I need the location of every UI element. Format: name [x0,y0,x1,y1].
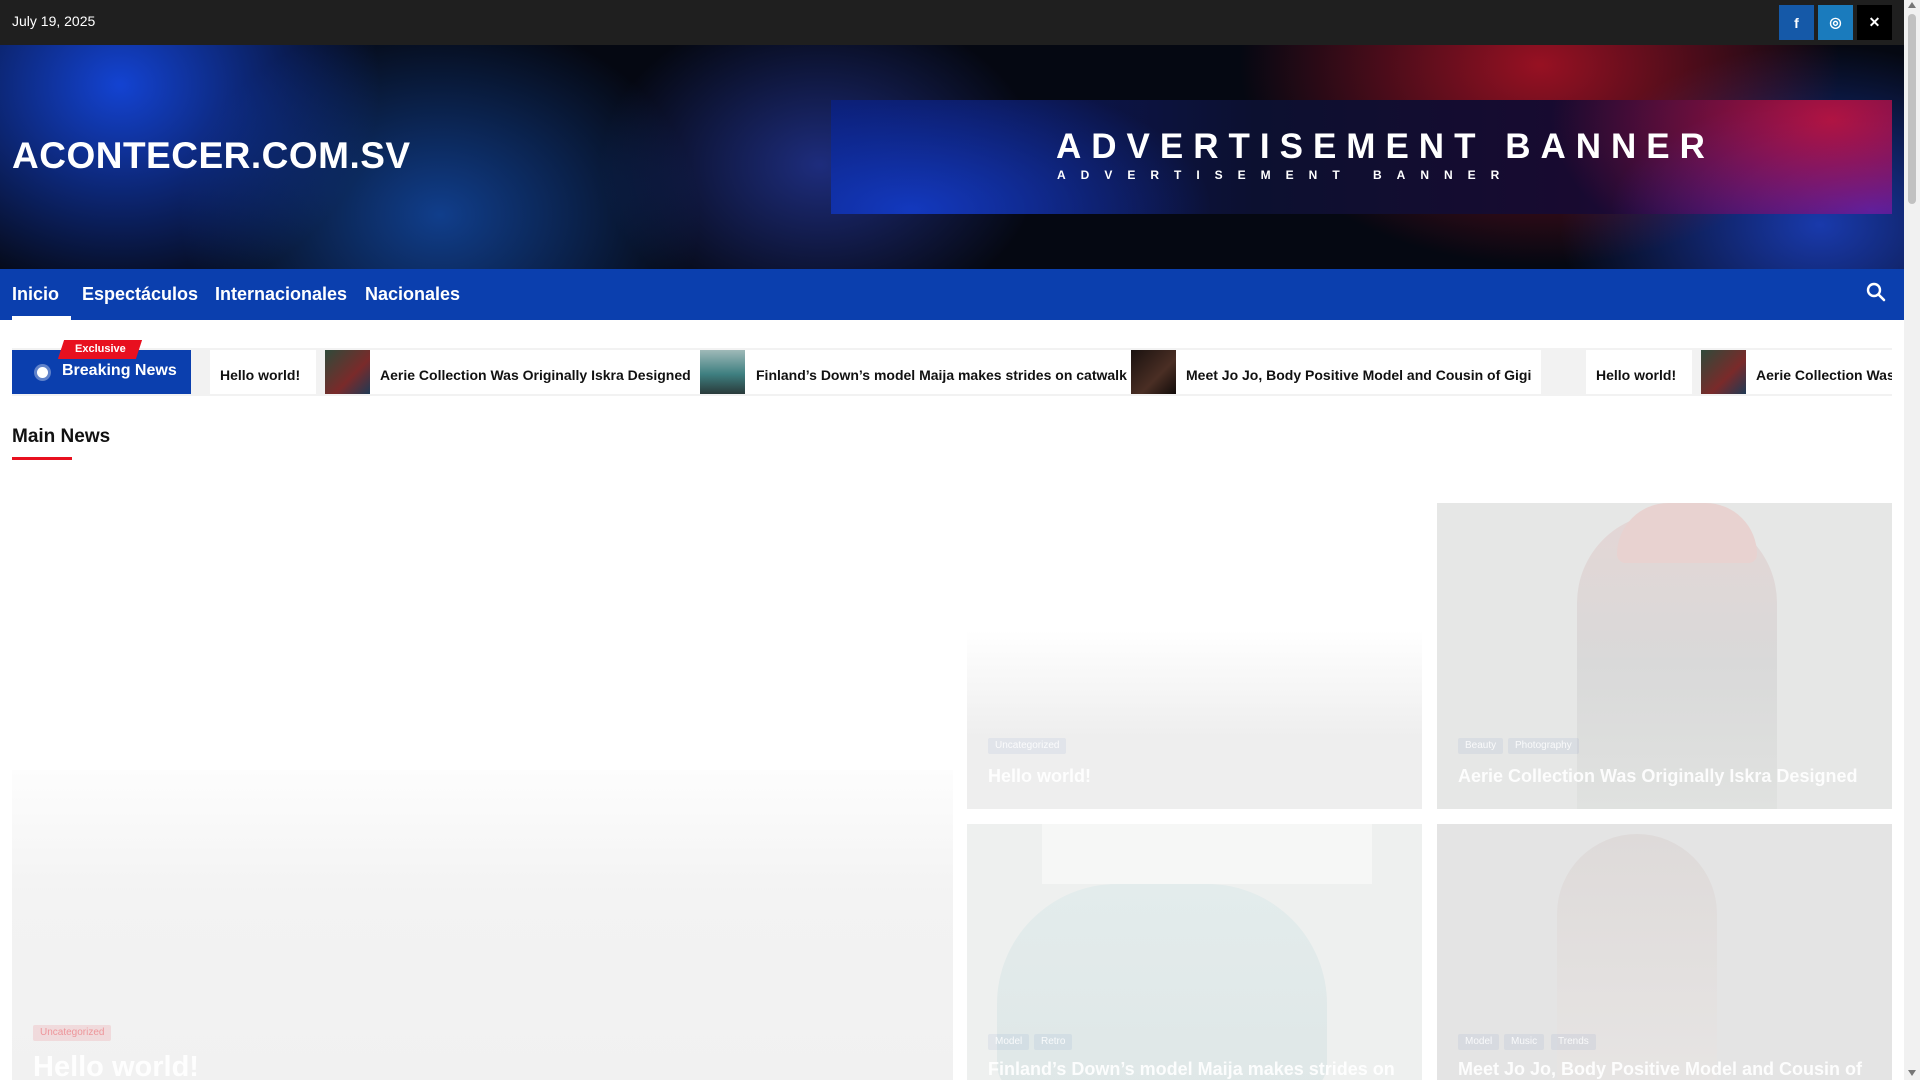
scrollbar-thumb[interactable] [1908,14,1916,204]
x-icon[interactable]: ✕ [1857,5,1892,40]
site-title[interactable]: ACONTECER.COM.SV [12,135,411,177]
news-card[interactable]: Model Music Trends Meet Jo Jo, Body Posi… [1437,824,1892,1080]
nav-item-espectaculos[interactable]: Espectáculos [82,284,198,305]
featured-news-title[interactable]: Hello world! [33,1051,199,1080]
main-navigation: Inicio Espectáculos Internacionales Naci… [0,269,1904,320]
category-tag[interactable]: Uncategorized [33,1025,112,1041]
nav-item-internacionales[interactable]: Internacionales [215,284,347,305]
ticker-item-title: Aerie Collection Was O [1756,367,1892,383]
news-card[interactable]: Model Retro Finland’s Down’s model Maija… [967,824,1422,1080]
breaking-news-label: Breaking News [62,362,177,379]
ticker-item-title: Hello world! [1596,367,1677,383]
ticker-thumbnail [325,350,370,394]
category-tag[interactable]: Model [988,1034,1030,1050]
current-date: July 19, 2025 [12,13,96,29]
nav-item-inicio[interactable]: Inicio [12,284,72,320]
ad-banner-heading: ADVERTISEMENT BANNER [1056,127,1715,166]
ticker-item[interactable]: Aerie Collection Was O [1701,350,1892,394]
news-card-title[interactable]: Aerie Collection Was Originally Iskra De… [1458,766,1857,787]
featured-news-card[interactable]: Uncategorized Hello world! [12,770,953,1080]
scroll-down-icon[interactable] [1908,1070,1916,1076]
category-tag[interactable]: Photography [1508,738,1579,754]
site-header: ACONTECER.COM.SV ADVERTISEMENT BANNER AD… [0,45,1904,269]
news-card-image [1042,824,1372,884]
ticker-item[interactable]: Meet Jo Jo, Body Positive Model and Cous… [1131,350,1541,394]
news-card-image [1617,503,1757,563]
exclusive-badge: Exclusive [57,340,143,359]
section-title-main-news: Main News [12,426,111,447]
category-tag[interactable]: Model [1458,1034,1500,1050]
live-dot-icon [37,367,48,378]
nav-item-nacionales[interactable]: Nacionales [365,284,460,305]
ticker-thumbnail [1131,350,1176,394]
ad-banner-subheading: ADVERTISEMENT BANNER [1057,168,1515,182]
ticker-item-title: Finland’s Down’s model Maija makes strid… [756,367,1127,383]
news-card-title[interactable]: Hello world! [988,766,1091,787]
ticker-item[interactable]: Hello world! [1586,350,1692,394]
ticker-item-title: Aerie Collection Was Originally Iskra De… [380,367,691,383]
breaking-news-ticker: Breaking News Hello world! Aerie Collect… [12,348,1892,396]
ticker-item[interactable]: Aerie Collection Was Originally Iskra De… [325,350,702,394]
ticker-item-title: Meet Jo Jo, Body Positive Model and Cous… [1186,367,1532,383]
category-tag[interactable]: Uncategorized [988,738,1067,754]
advertisement-banner[interactable]: ADVERTISEMENT BANNER ADVERTISEMENT BANNE… [831,100,1892,214]
scroll-up-icon[interactable] [1908,2,1916,8]
news-card[interactable]: Beauty Photography Aerie Collection Was … [1437,503,1892,809]
category-tag[interactable]: Music [1504,1034,1545,1050]
ticker-item[interactable]: Hello world! [210,350,316,394]
category-tag[interactable]: Retro [1034,1034,1073,1050]
top-bar: July 19, 2025 f ◎ ✕ [0,0,1904,45]
search-icon[interactable] [1866,282,1890,306]
page-scrollbar[interactable] [1904,0,1920,1080]
ticker-thumbnail [1701,350,1746,394]
category-tag[interactable]: Beauty [1458,738,1504,754]
facebook-icon[interactable]: f [1779,5,1814,40]
news-card[interactable]: Uncategorized Hello world! [967,630,1422,809]
news-card-title[interactable]: Meet Jo Jo, Body Positive Model and Cous… [1458,1059,1862,1080]
news-card-title[interactable]: Finland’s Down’s model Maija makes strid… [988,1059,1395,1080]
ticker-item[interactable]: Finland’s Down’s model Maija makes strid… [700,350,1133,394]
ticker-thumbnail [700,350,745,394]
instagram-icon[interactable]: ◎ [1818,5,1853,40]
section-title-underline [12,457,72,460]
category-tag[interactable]: Trends [1551,1034,1596,1050]
ticker-item-title: Hello world! [220,367,301,383]
news-card-image [997,884,1327,1080]
